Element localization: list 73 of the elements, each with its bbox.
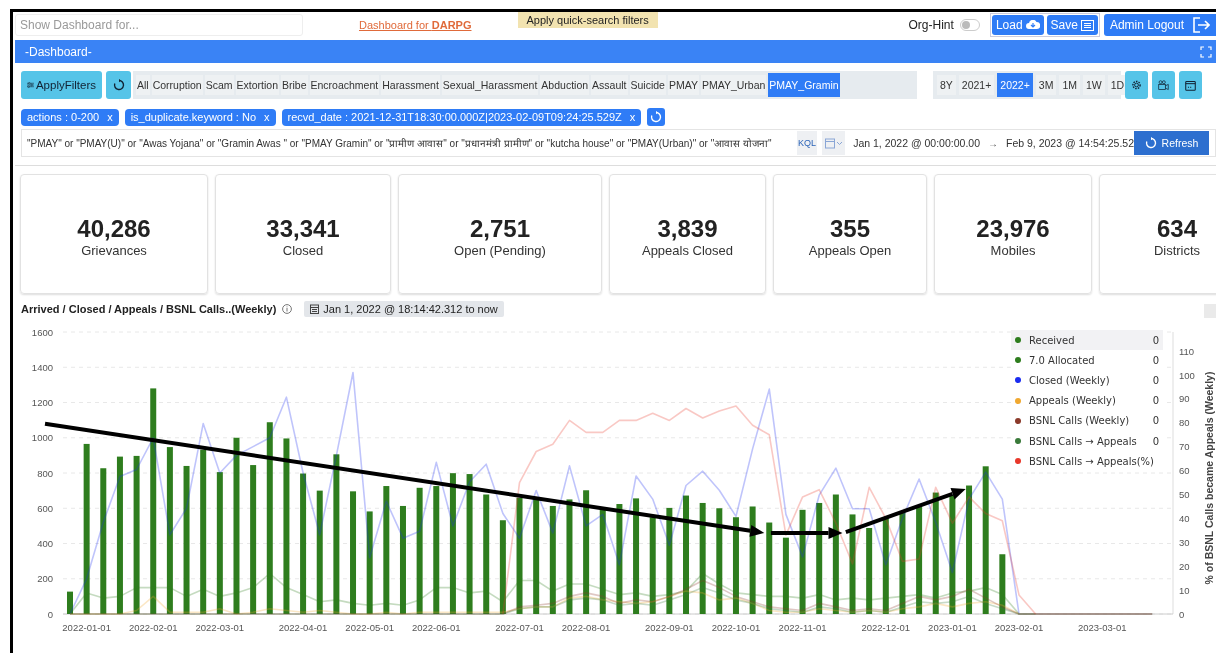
x-tick-label: 2022-09-01 [645, 622, 694, 633]
stat-value: 23,976 [976, 214, 1050, 243]
chart-title: Arrived / Closed / Appeals / BSNL Calls..(Weekly) [21, 303, 277, 315]
y-tick-label: 1400 [31, 361, 53, 373]
x-tick-label: 2022-05-01 [345, 622, 394, 633]
stat-label: Open (Pending) [454, 242, 546, 258]
y-tick-label: 90 [1179, 393, 1190, 405]
y-tick-label: 200 [37, 573, 53, 585]
y-tick-label: 1000 [31, 432, 53, 444]
stat-label: Mobiles [990, 242, 1036, 258]
legend-label: BSNL Calls → Appeals(%) [1029, 455, 1154, 467]
x-tick-label: 2023-02-01 [994, 622, 1044, 633]
y-tick-label: 0 [1179, 608, 1185, 620]
x-tick-label: 2022-04-01 [278, 622, 328, 633]
x-tick-label: 2023-01-01 [928, 622, 977, 633]
y-tick-label: 100 [1179, 369, 1195, 381]
legend-value: 0 [1152, 354, 1159, 366]
y-tick-label: 60 [1179, 465, 1190, 477]
x-tick-label: 2022-01-01 [62, 622, 111, 633]
stat-label: Closed [282, 242, 324, 258]
quick-search-hint: Apply quick-search filters [517, 12, 658, 28]
y-tick-label: 600 [37, 502, 53, 514]
y-tick-label: 1200 [31, 397, 53, 408]
legend-label: BSNL Calls → Appeals [1029, 435, 1137, 447]
y-tick-label: 70 [1179, 441, 1190, 453]
x-tick-label: 2022-02-01 [128, 622, 178, 633]
x-tick-label: 2022-12-01 [861, 622, 911, 633]
filter-label: is_duplicate.keyword : No [130, 111, 256, 123]
stat-value: 33,341 [266, 214, 340, 243]
stat-value: 40,286 [77, 214, 151, 243]
x-tick-label: 2023-03-01 [1077, 622, 1127, 633]
x-tick-label: 2022-07-01 [495, 622, 544, 633]
legend-label: Appeals (Weekly) [1029, 395, 1116, 407]
legend-label: Received [1029, 334, 1075, 346]
y-tick-label: 400 [37, 538, 53, 549]
legend-value: 0 [1152, 374, 1159, 386]
x-tick-label: 2022-08-01 [561, 622, 611, 633]
stat-label: Districts [1153, 242, 1201, 258]
filter-label: recvd_date : 2021-12-31T18:30:00.000Z|2023-02-09T09:24:25.529Z [287, 111, 622, 123]
stat-value: 634 [1156, 214, 1197, 243]
y-tick-label: 50 [1179, 489, 1190, 500]
legend-label: 7.0 Allocated [1029, 354, 1095, 366]
time-range-text: Jan 1, 2022 @ 18:14:42.312 to now [323, 303, 498, 315]
legend-value: 0 [1152, 415, 1159, 427]
stat-label: Appeals Closed [641, 242, 734, 258]
x-tick-label: 2022-11-01 [778, 622, 827, 633]
stat-value: 3,839 [657, 214, 718, 243]
y-tick-label: 30 [1179, 536, 1190, 548]
legend-label: BSNL Calls (Weekly) [1029, 415, 1130, 427]
x-tick-label: 2022-06-01 [411, 622, 461, 633]
x-tick-label: 2022-10-01 [711, 622, 761, 633]
y-tick-label: 0 [47, 608, 53, 620]
legend-value: 0 [1152, 395, 1159, 407]
stat-label: Appeals Open [808, 242, 892, 258]
filter-label: actions : 0-200 [27, 111, 100, 123]
axis-title: % of BSNL Calls became Appeals (Weekly) [1203, 371, 1215, 585]
x-tick-label: 2022-03-01 [195, 622, 245, 633]
y-tick-label: 10 [1179, 584, 1190, 596]
org-hint-label: Org-Hint [908, 18, 954, 32]
stat-label: Grievances [81, 242, 147, 258]
header-title: -Dashboard- [25, 44, 92, 59]
stat-value: 355 [829, 214, 870, 243]
y-tick-label: 800 [37, 467, 53, 479]
range-arrow: → [988, 137, 998, 149]
stat-value: 2,751 [469, 214, 531, 243]
y-tick-label: 110 [1179, 345, 1195, 357]
legend-value: 0 [1152, 334, 1159, 346]
legend-label: Closed (Weekly) [1029, 374, 1110, 386]
y-tick-label: 80 [1179, 417, 1190, 429]
y-tick-label: 1600 [31, 326, 53, 338]
legend-value: 0 [1152, 435, 1159, 447]
y-tick-label: 40 [1179, 512, 1190, 524]
y-tick-label: 20 [1179, 560, 1190, 572]
